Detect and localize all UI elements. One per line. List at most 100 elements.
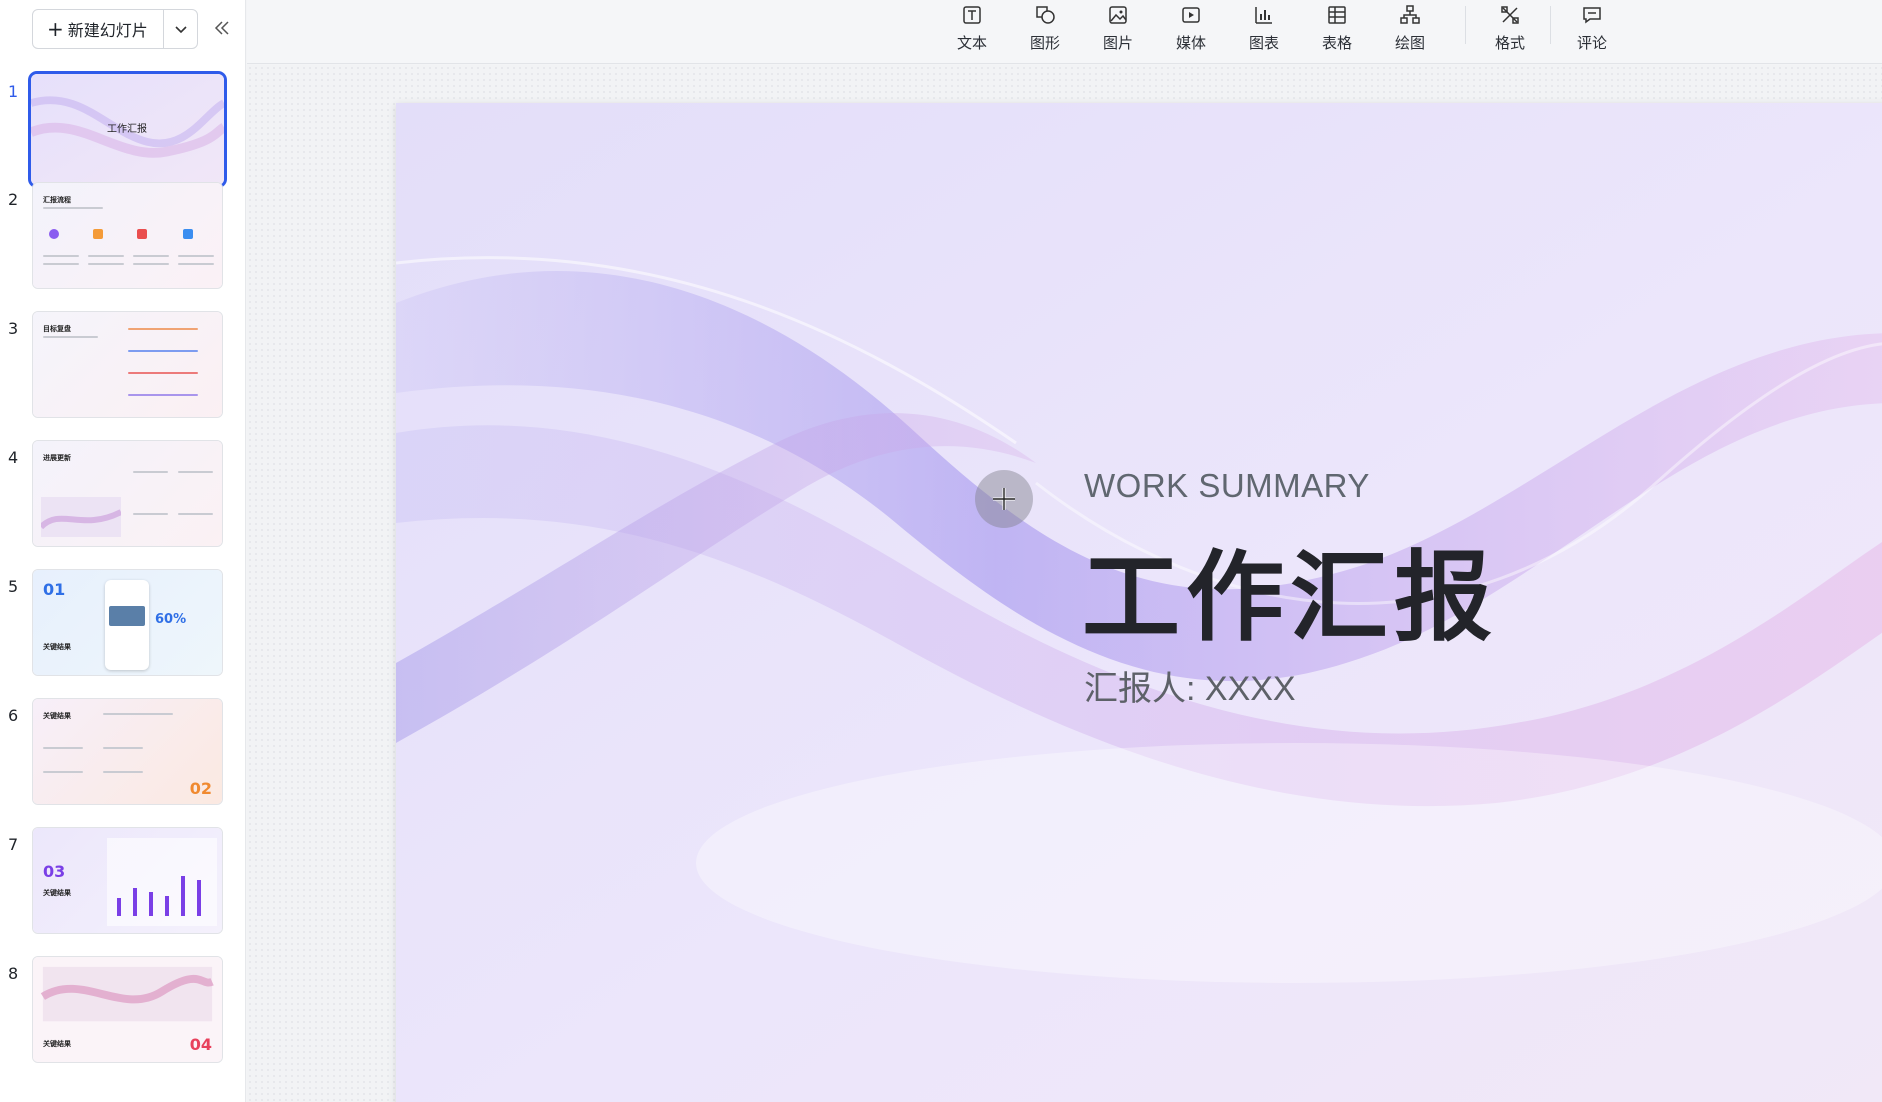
thumbnail-text-line (43, 255, 79, 257)
slide-thumbnail-7[interactable]: 03 关键结果 (32, 827, 223, 934)
thumbnail-text-line (128, 328, 198, 330)
new-slide-button[interactable]: + 新建幻灯片 (33, 10, 164, 48)
red-box-icon (137, 229, 147, 239)
thumbnail-title: 关键结果 (43, 889, 71, 897)
thumbnail-badge: 01 (43, 580, 66, 599)
thumbnail-text-line (133, 471, 168, 473)
thumbnail-title: 关键结果 (43, 643, 71, 651)
thumbnail-title: 进展更新 (43, 454, 71, 462)
thumbnail-text-line (128, 372, 198, 374)
text-icon (963, 6, 981, 24)
thumbnail-text-line (128, 394, 198, 396)
toolbar-divider (1465, 6, 1466, 44)
toolbar-label: 表格 (1321, 34, 1352, 52)
new-slide-button-group: + 新建幻灯片 (32, 9, 198, 49)
table-icon (1328, 6, 1346, 24)
slide-thumbnail-4[interactable]: 进展更新 (32, 440, 223, 547)
toolbar-label: 图片 (1102, 34, 1133, 52)
thumbnail-title: 工作汇报 (107, 124, 147, 135)
slide-canvas-area: WORK SUMMARY 工作汇报 汇报人: XXXX (247, 65, 1882, 1102)
diagram-icon (1400, 5, 1420, 24)
phone-mockup (105, 580, 149, 670)
thumbnail-badge: 04 (189, 1035, 212, 1054)
toolbar-label: 图表 (1248, 34, 1279, 52)
thumbnail-text-line (178, 471, 213, 473)
slide-number: 4 (8, 448, 19, 467)
crosshair-cursor-icon (993, 488, 1015, 510)
thumbnail-text-line (88, 255, 124, 257)
editor-toolbar: 文本 图形 图片 媒体 图表 表格 绘图 格式 评论 (247, 0, 1882, 64)
thumbnail-text-line (103, 713, 173, 715)
presentation-editor: + 新建幻灯片 1 工作汇报 2 汇报流程 3 目标复盘 4 进展更新 5 01… (0, 0, 1882, 1102)
slide-reporter[interactable]: 汇报人: XXXX (1084, 661, 1296, 710)
thumbnail-text-line (88, 263, 124, 265)
slide-thumbnail-2[interactable]: 汇报流程 (32, 182, 223, 289)
slide-thumbnail-row: 7 03 关键结果 (0, 827, 246, 937)
toolbar-comment-button[interactable]: 评论 (1564, 4, 1620, 54)
slide-thumbnail-row: 4 进展更新 (0, 440, 246, 550)
cursor-highlight (975, 470, 1033, 528)
slide-number: 2 (8, 190, 19, 209)
thumbnail-badge: 03 (43, 862, 66, 881)
slide-thumbnail-row: 1 工作汇报 (0, 71, 246, 188)
toolbar-label: 绘图 (1394, 34, 1425, 52)
new-slide-dropdown[interactable] (164, 10, 197, 48)
new-slide-label: 新建幻灯片 (67, 21, 148, 40)
toolbar-label: 文本 (956, 34, 987, 52)
thumbnail-image (41, 497, 121, 537)
thumbnail-title: 关键结果 (43, 712, 71, 720)
slide-thumbnail-row: 3 目标复盘 (0, 311, 246, 421)
purple-dot-icon (49, 229, 59, 239)
thumbnail-title: 汇报流程 (43, 196, 71, 204)
toolbar-image-button[interactable]: 图片 (1090, 4, 1146, 54)
slide-number: 7 (8, 835, 19, 854)
plus-icon: + (47, 17, 64, 41)
thumbnail-text-line (178, 263, 214, 265)
double-chevron-left-icon (214, 21, 229, 35)
thumbnail-text-line (43, 207, 103, 209)
toolbar-label: 格式 (1494, 34, 1525, 52)
slide-thumbnail-row: 8 关键结果 04 (0, 956, 246, 1066)
chart-icon (1255, 7, 1272, 24)
thumbnail-metric: 60% (155, 612, 187, 627)
thumbnail-text-line (103, 771, 143, 773)
blue-box-icon (183, 229, 193, 239)
thumbnail-title: 关键结果 (43, 1040, 71, 1048)
thumbnail-badge: 02 (189, 779, 212, 798)
thumbnail-bar-chart (107, 838, 217, 926)
active-slide[interactable]: WORK SUMMARY 工作汇报 汇报人: XXXX (396, 103, 1882, 1102)
thumbnail-text-line (43, 771, 83, 773)
thumbnail-text-line (178, 255, 214, 257)
comment-icon (1583, 7, 1601, 24)
media-icon (1182, 7, 1200, 23)
phone-image (109, 606, 145, 626)
slide-thumbnail-5[interactable]: 01 关键结果 60% (32, 569, 223, 676)
thumbnail-text-line (43, 336, 98, 338)
slide-thumbnail-6[interactable]: 关键结果 02 (32, 698, 223, 805)
slide-number: 6 (8, 706, 19, 725)
thumbnail-text-line (133, 255, 169, 257)
toolbar-format-button[interactable]: 格式 (1482, 4, 1538, 54)
toolbar-shape-button[interactable]: 图形 (1017, 4, 1073, 54)
toolbar-divider (1550, 6, 1551, 44)
toolbar-chart-button[interactable]: 图表 (1236, 4, 1292, 54)
toolbar-media-button[interactable]: 媒体 (1163, 4, 1219, 54)
toolbar-text-button[interactable]: 文本 (944, 4, 1000, 54)
chevron-down-icon (174, 26, 187, 34)
slide-sidebar: + 新建幻灯片 1 工作汇报 2 汇报流程 3 目标复盘 4 进展更新 5 01… (0, 0, 246, 1102)
slide-thumbnail-3[interactable]: 目标复盘 (32, 311, 223, 418)
shape-icon (1036, 6, 1055, 24)
slide-thumbnail-1[interactable]: 工作汇报 (28, 71, 227, 188)
slide-subtitle[interactable]: WORK SUMMARY (1084, 467, 1370, 505)
toolbar-label: 媒体 (1175, 34, 1206, 52)
toolbar-label: 图形 (1029, 34, 1060, 52)
thumbnail-text-line (128, 350, 198, 352)
slide-title[interactable]: 工作汇报 (1082, 518, 1498, 660)
toolbar-diagram-button[interactable]: 绘图 (1382, 4, 1438, 54)
format-icon (1501, 6, 1519, 24)
collapse-sidebar-button[interactable] (210, 16, 234, 40)
image-icon (1109, 6, 1127, 24)
slide-thumbnail-row: 5 01 关键结果 60% (0, 569, 246, 679)
toolbar-table-button[interactable]: 表格 (1309, 4, 1365, 54)
slide-thumbnail-8[interactable]: 关键结果 04 (32, 956, 223, 1063)
